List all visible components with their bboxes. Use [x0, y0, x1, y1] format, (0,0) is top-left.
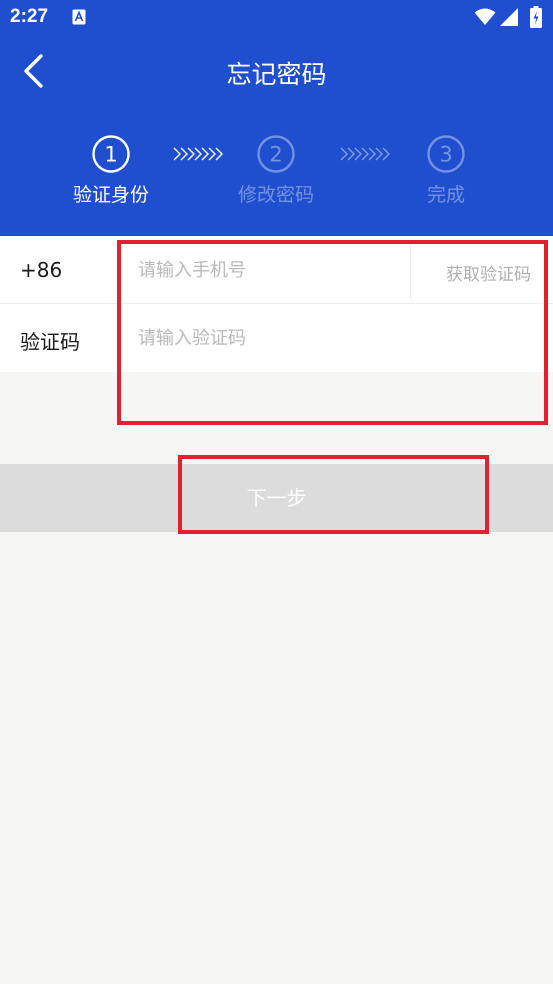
status-time: 2:27 — [10, 6, 49, 27]
step-label: 验证身份 — [72, 184, 149, 206]
step-number: 1 — [104, 143, 117, 167]
step-label: 完成 — [426, 184, 465, 206]
step-number-icon: 3 — [427, 135, 465, 173]
status-bar: 2:27 — [0, 0, 553, 36]
country-code-label: +86 — [20, 258, 63, 282]
highlight-box-form — [117, 240, 548, 425]
step-number: 3 — [439, 143, 452, 167]
step-number-icon: 1 — [92, 135, 130, 173]
header-bar: 2:27 忘记密码 1 验证身份 2 修改密码 3 完成 — [0, 0, 553, 236]
highlight-box-next-button — [178, 455, 489, 534]
step-number-icon: 2 — [257, 135, 295, 173]
step-complete: 3 完成 — [386, 134, 506, 207]
wifi-icon — [474, 8, 496, 25]
signal-icon — [500, 8, 518, 26]
step-label: 修改密码 — [237, 184, 314, 206]
step-number: 2 — [269, 143, 282, 167]
battery-icon — [530, 6, 542, 28]
step-change-password: 2 修改密码 — [216, 134, 336, 207]
step-arrows-icon — [340, 147, 390, 161]
app-notification-icon — [72, 9, 86, 25]
code-label: 验证码 — [20, 330, 80, 354]
page-title: 忘记密码 — [226, 60, 327, 89]
step-verify-identity: 1 验证身份 — [51, 134, 171, 207]
